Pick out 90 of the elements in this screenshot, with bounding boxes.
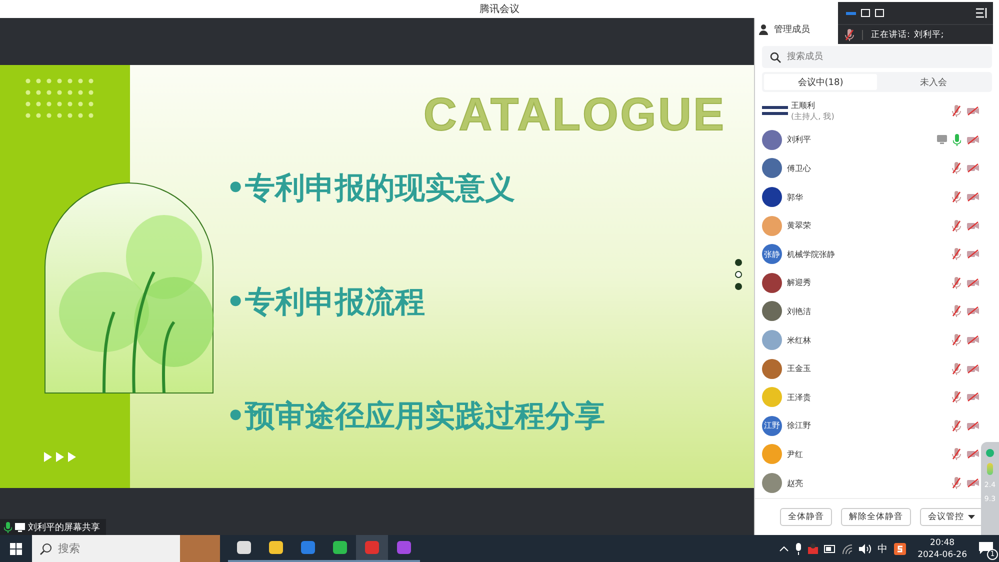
muted-microphone-icon[interactable] xyxy=(952,220,961,232)
layout-option[interactable] xyxy=(861,9,870,17)
member-name: 刘利平 xyxy=(787,134,812,146)
collapse-icon[interactable] xyxy=(976,8,987,18)
member-name: 王顺利 xyxy=(791,100,816,112)
speaking-label: 正在讲话: xyxy=(871,28,910,40)
speaker-name: 刘利平; xyxy=(914,28,944,40)
tab[interactable]: 会议中(18) xyxy=(764,74,877,90)
start-icon[interactable] xyxy=(10,542,22,554)
clock-date[interactable]: 2024-06-26 xyxy=(918,548,967,560)
camera-off-icon[interactable] xyxy=(967,306,979,316)
member-name: 黄翠荣 xyxy=(787,220,812,232)
camera-off-icon[interactable] xyxy=(967,420,979,431)
camera-off-icon[interactable] xyxy=(967,449,979,460)
input-method-indicator[interactable]: 中 xyxy=(878,542,888,556)
muted-microphone-icon[interactable] xyxy=(952,391,961,404)
member-role: (主持人, 我) xyxy=(791,111,836,122)
muted-microphone-icon[interactable] xyxy=(952,334,961,346)
window-title: 腾讯会议 xyxy=(480,2,520,16)
panel-title: 管理成员 xyxy=(774,24,810,36)
tab[interactable]: 未入会 xyxy=(877,74,990,90)
screen-share-icon xyxy=(937,135,947,144)
camera-off-icon[interactable] xyxy=(967,364,979,374)
member-name: 机械学院张静 xyxy=(787,248,836,260)
muted-microphone-icon[interactable] xyxy=(952,420,961,432)
watermark-title: CATALOGUE xyxy=(424,87,726,141)
muted-microphone-icon[interactable] xyxy=(952,162,961,174)
camera-off-icon[interactable] xyxy=(967,478,979,488)
panel-button[interactable]: 解除全体静音 xyxy=(841,508,911,526)
notification-icon[interactable] xyxy=(979,542,993,555)
member-name: 米红林 xyxy=(787,334,812,346)
slide-bullet: •预审途径应用实践过程分享 xyxy=(226,398,606,436)
camera-off-icon[interactable] xyxy=(967,278,979,288)
member-name: 刘艳洁 xyxy=(787,306,812,317)
member-name: 王金玉 xyxy=(787,363,812,374)
page-dot[interactable] xyxy=(735,259,742,266)
muted-microphone-icon[interactable] xyxy=(952,276,961,289)
avatar: 江野 xyxy=(762,416,782,436)
screen-icon xyxy=(15,522,25,532)
panel-button[interactable]: 全体静音 xyxy=(780,508,832,526)
camera-off-icon[interactable] xyxy=(967,249,979,260)
status-dot-icon xyxy=(986,449,994,457)
wifi-icon[interactable] xyxy=(842,544,853,554)
slide-bullet: •专利申报的现实意义 xyxy=(226,170,516,208)
battery-icon[interactable] xyxy=(824,544,836,552)
muted-microphone-icon[interactable] xyxy=(952,477,961,490)
camera-off-icon[interactable] xyxy=(967,134,979,145)
triangles-icon xyxy=(44,452,76,462)
search-icon xyxy=(40,542,52,554)
search-field[interactable]: 搜索成员 xyxy=(762,46,992,68)
picture-placeholder xyxy=(180,535,220,562)
muted-microphone-icon xyxy=(845,28,854,40)
camera-off-icon[interactable] xyxy=(967,335,979,346)
taskbar-search-field[interactable]: 搜索 xyxy=(32,535,180,562)
caret-icon xyxy=(968,515,975,519)
muted-microphone-icon[interactable] xyxy=(952,105,961,118)
camera-off-icon[interactable] xyxy=(967,163,979,174)
camera-off-icon[interactable] xyxy=(967,392,979,402)
app-tray-icon[interactable] xyxy=(894,542,906,554)
member-name: 赵亮 xyxy=(787,478,804,489)
camera-off-icon[interactable] xyxy=(967,192,979,202)
muted-microphone-icon[interactable] xyxy=(952,362,961,375)
member-name: 王泽贵 xyxy=(787,392,812,403)
layout-option[interactable] xyxy=(875,9,884,17)
panel-button[interactable]: 会议管控 xyxy=(920,508,983,526)
microphone-icon xyxy=(4,522,12,532)
muted-microphone-icon[interactable] xyxy=(952,448,961,460)
search-icon xyxy=(770,52,781,62)
camera-off-icon[interactable] xyxy=(967,106,979,116)
member-name: 徐江野 xyxy=(787,420,812,432)
camera-off-icon[interactable] xyxy=(967,220,979,231)
clock-time[interactable]: 20:48 xyxy=(930,536,955,548)
muted-microphone-icon[interactable] xyxy=(952,305,961,318)
logo-icon xyxy=(762,105,788,118)
share-label: 刘利平的屏幕共享 xyxy=(28,522,100,534)
member-name: 郭华 xyxy=(787,192,804,203)
member-name: 傅卫心 xyxy=(787,162,812,174)
page-dot[interactable] xyxy=(735,271,742,278)
microphone-icon[interactable] xyxy=(794,542,802,554)
muted-microphone-icon[interactable] xyxy=(952,248,961,260)
slide-bullet: •专利申报流程 xyxy=(226,284,426,322)
page-dot[interactable] xyxy=(735,283,742,290)
avatar: 张静 xyxy=(762,244,782,264)
gauge-icon xyxy=(987,463,993,475)
member-name: 解迎秀 xyxy=(787,277,812,288)
muted-microphone-icon[interactable] xyxy=(952,191,961,204)
speaker-icon[interactable] xyxy=(858,544,872,554)
people-icon xyxy=(759,24,770,34)
chevron-up-icon[interactable] xyxy=(778,546,789,552)
member-name: 尹红 xyxy=(787,448,804,460)
